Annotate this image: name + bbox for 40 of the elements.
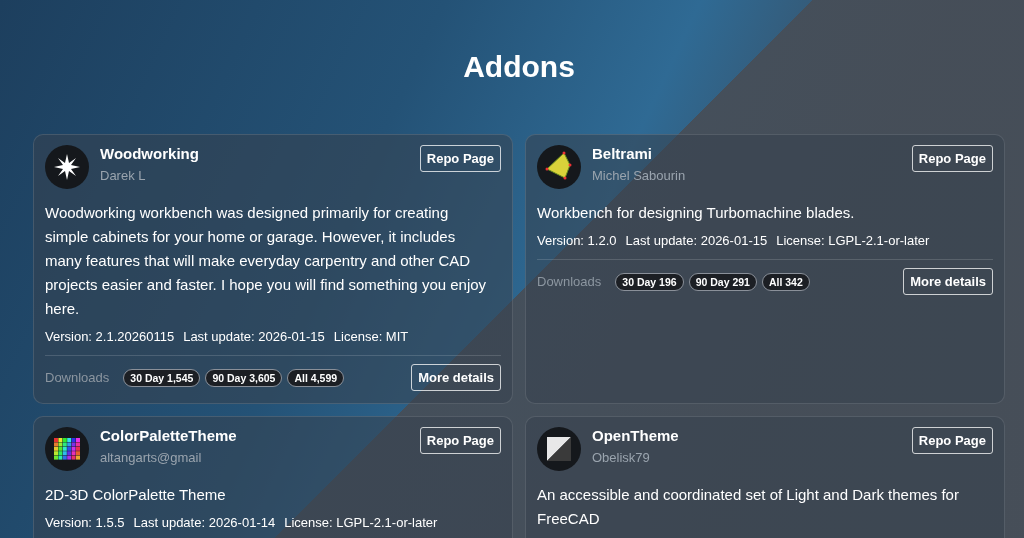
star-logo-icon	[45, 145, 89, 189]
addon-name: Woodworking	[100, 145, 199, 162]
addon-author: Obelisk79	[592, 450, 650, 465]
addon-meta: Version: 1.5.5	[45, 515, 125, 530]
repo-page-button[interactable]: Repo Page	[911, 145, 993, 172]
addon-meta: Last update: 2026-01-15	[183, 329, 325, 344]
download-count: 30 Day 1,545	[123, 368, 201, 387]
download-count: 90 Day 3,605	[205, 368, 283, 387]
theme-logo-icon	[537, 427, 581, 471]
download-count: 90 Day 291	[688, 272, 757, 291]
addon-author: altangarts@gmail	[100, 450, 202, 465]
addon-meta: Version: 1.2.0	[537, 233, 617, 248]
addon-description: An accessible and coordinated set of Light and Dark themes for FreeCAD	[537, 485, 960, 529]
downloads-label: Downloads	[537, 274, 602, 289]
blade-logo-icon	[537, 145, 581, 189]
download-count: All 4,599	[287, 368, 345, 387]
palette-logo-icon	[45, 427, 89, 471]
addon-name: Beltrami	[592, 145, 653, 162]
addon-meta: License: LGPL-2.1-or-later	[776, 233, 930, 248]
downloads-label: Downloads	[45, 370, 110, 385]
page-title: Addons	[463, 50, 575, 84]
addon-description: Woodworking workbench was designed primarily for creating simple cabinets for your home or garage. However, it includes many features that will make everyday carpentry and other CAD projects easier and faster. I hope you will find something you enjoy here.	[45, 203, 488, 319]
addon-meta: Last update: 2026-01-14	[133, 515, 276, 530]
addon-name: ColorPaletteTheme	[100, 427, 237, 444]
addon-meta: License: MIT	[333, 329, 409, 344]
repo-page-button[interactable]: Repo Page	[419, 427, 501, 454]
download-count: 30 Day 196	[615, 272, 684, 291]
addon-name: OpenTheme	[592, 427, 679, 444]
addon-meta: Version: 2.1.20260115	[45, 329, 175, 344]
addon-description: Workbench for designing Turbomachine blades.	[537, 203, 856, 223]
addon-author: Darek L	[100, 168, 146, 183]
addon-description: 2D-3D ColorPalette Theme	[45, 485, 227, 505]
addon-meta: License: LGPL-2.1-or-later	[284, 515, 438, 530]
more-details-button[interactable]: More details	[903, 268, 993, 295]
more-details-button[interactable]: More details	[411, 364, 501, 391]
repo-page-button[interactable]: Repo Page	[911, 427, 993, 454]
addon-meta: Last update: 2026-01-15	[625, 233, 768, 248]
download-count: All 342	[761, 272, 810, 291]
addon-author: Michel Sabourin	[592, 168, 686, 183]
repo-page-button[interactable]: Repo Page	[419, 145, 501, 172]
